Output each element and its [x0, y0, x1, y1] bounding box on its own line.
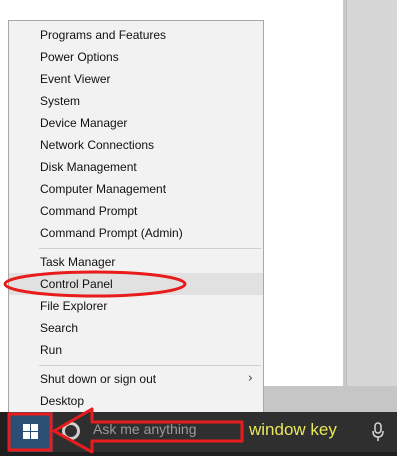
winx-context-menu: Programs and Features Power Options Even…	[8, 20, 264, 416]
menu-item-search[interactable]: Search	[9, 317, 263, 339]
windows-logo-icon	[23, 424, 38, 439]
menu-separator	[39, 365, 261, 366]
menu-item-disk-management[interactable]: Disk Management	[9, 156, 263, 178]
menu-item-command-prompt[interactable]: Command Prompt	[9, 200, 263, 222]
menu-item-power-options[interactable]: Power Options	[9, 46, 263, 68]
search-placeholder: Ask me anything	[93, 421, 197, 437]
cortana-circle-icon	[62, 422, 80, 440]
menu-item-control-panel[interactable]: Control Panel	[9, 273, 263, 295]
menu-separator	[39, 248, 261, 249]
menu-item-file-explorer[interactable]: File Explorer	[9, 295, 263, 317]
menu-item-device-manager[interactable]: Device Manager	[9, 112, 263, 134]
menu-item-shut-down-or-sign-out[interactable]: Shut down or sign out ›	[9, 368, 263, 390]
chevron-right-icon: ›	[247, 371, 253, 386]
menu-item-system[interactable]: System	[9, 90, 263, 112]
menu-item-run[interactable]: Run	[9, 339, 263, 361]
microphone-icon[interactable]	[372, 422, 384, 442]
start-button[interactable]	[9, 412, 53, 452]
menu-item-event-viewer[interactable]: Event Viewer	[9, 68, 263, 90]
menu-item-command-prompt-admin[interactable]: Command Prompt (Admin)	[9, 222, 263, 244]
menu-item-programs-and-features[interactable]: Programs and Features	[9, 24, 263, 46]
background-window-pane	[346, 0, 397, 412]
menu-item-task-manager[interactable]: Task Manager	[9, 251, 263, 273]
background-window-bottom	[262, 386, 397, 412]
annotation-label: window key	[249, 420, 337, 439]
menu-item-label: Shut down or sign out	[40, 372, 157, 386]
menu-item-computer-management[interactable]: Computer Management	[9, 178, 263, 200]
menu-item-desktop[interactable]: Desktop	[9, 390, 263, 412]
menu-item-network-connections[interactable]: Network Connections	[9, 134, 263, 156]
